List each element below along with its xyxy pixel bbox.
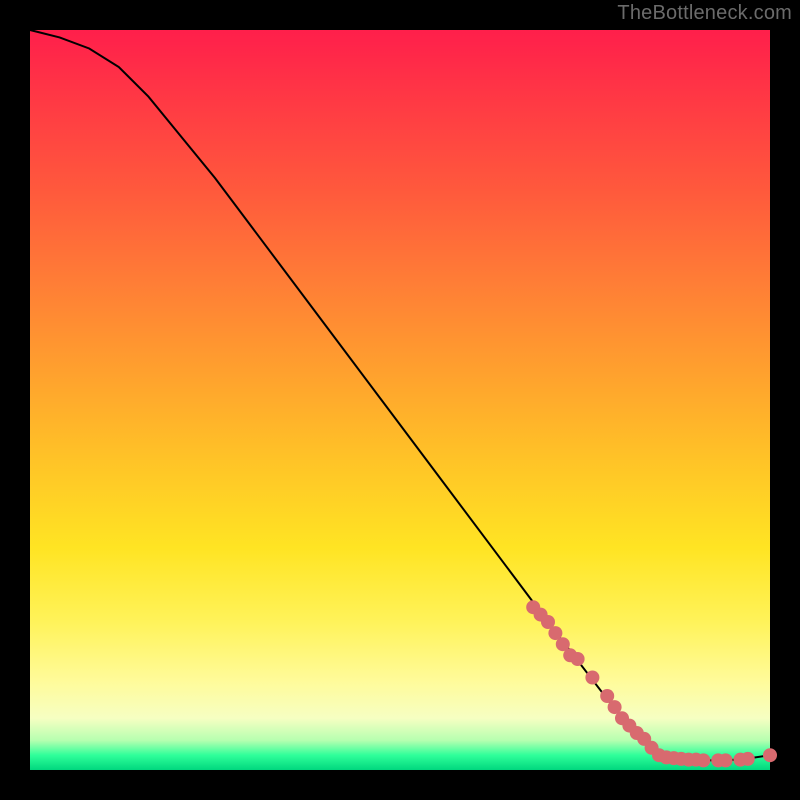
data-marker (763, 748, 777, 762)
watermark-text: TheBottleneck.com (617, 2, 792, 25)
data-marker (585, 671, 599, 685)
data-marker (719, 753, 733, 767)
chart-svg (30, 30, 770, 770)
chart-stage: TheBottleneck.com (0, 0, 800, 800)
bottleneck-curve (30, 30, 770, 760)
data-marker (571, 652, 585, 666)
data-markers (526, 600, 777, 767)
data-marker (696, 753, 710, 767)
data-marker (741, 752, 755, 766)
plot-area (30, 30, 770, 770)
